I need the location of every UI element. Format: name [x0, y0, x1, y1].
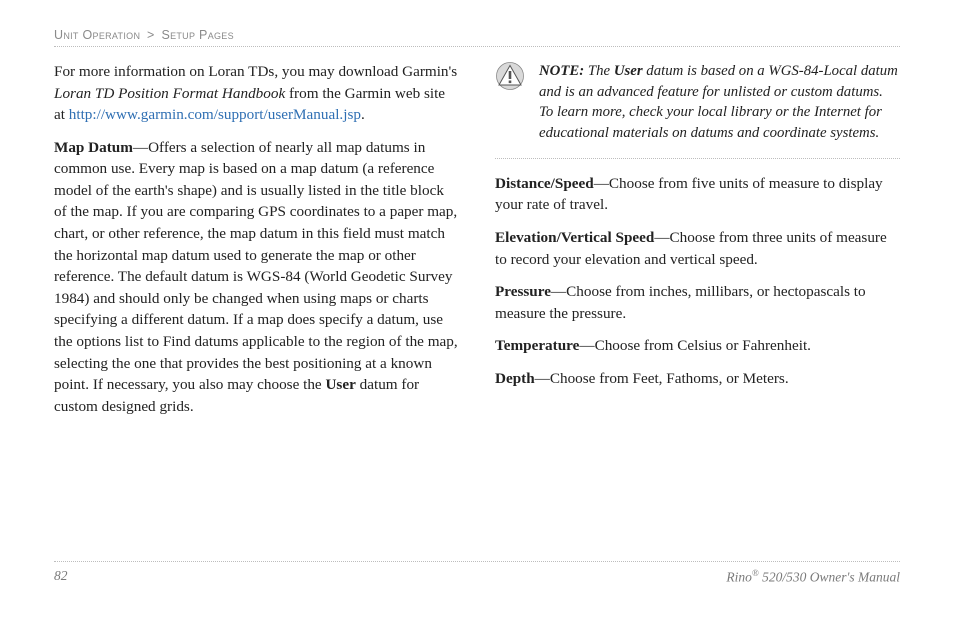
manual-page: Unit Operation > Setup Pages For more in…	[0, 0, 954, 621]
note-box: NOTE: The User datum is based on a WGS-8…	[495, 61, 900, 159]
content-columns: For more information on Loran TDs, you m…	[54, 61, 900, 428]
intro-paragraph: For more information on Loran TDs, you m…	[54, 61, 459, 126]
page-number: 82	[54, 568, 68, 586]
distance-speed-label: Distance/Speed	[495, 175, 594, 192]
pressure-body: —Choose from inches, millibars, or hecto…	[495, 283, 866, 322]
note-label: NOTE:	[539, 63, 584, 79]
temperature-item: Temperature—Choose from Celsius or Fahre…	[495, 335, 900, 357]
footer-product-rest: 520/530 Owner's Manual	[759, 569, 900, 584]
pressure-label: Pressure	[495, 283, 551, 300]
temperature-body: —Choose from Celsius or Fahrenheit.	[579, 337, 811, 354]
depth-label: Depth	[495, 370, 535, 387]
note-user-word: User	[614, 63, 643, 79]
breadcrumb-section: Unit Operation	[54, 28, 140, 42]
map-datum-label: Map Datum	[54, 139, 133, 156]
garmin-support-link[interactable]: http://www.garmin.com/support/userManual…	[69, 106, 361, 123]
elevation-speed-label: Elevation/Vertical Speed	[495, 229, 654, 246]
distance-speed-item: Distance/Speed—Choose from five units of…	[495, 173, 900, 216]
breadcrumb-subsection: Setup Pages	[161, 28, 233, 42]
breadcrumb-separator: >	[147, 28, 155, 42]
intro-text-pre: For more information on Loran TDs, you m…	[54, 63, 457, 80]
footer-product: Rino® 520/530 Owner's Manual	[726, 568, 900, 586]
intro-handbook-title: Loran TD Position Format Handbook	[54, 85, 285, 102]
breadcrumb: Unit Operation > Setup Pages	[54, 28, 900, 47]
intro-text-post: .	[361, 106, 365, 123]
footer-product-name: Rino	[726, 569, 752, 584]
map-datum-body-1: —Offers a selection of nearly all map da…	[54, 139, 458, 393]
depth-body: —Choose from Feet, Fathoms, or Meters.	[535, 370, 789, 387]
note-pre: The	[584, 63, 614, 79]
page-footer: 82 Rino® 520/530 Owner's Manual	[54, 561, 900, 586]
map-datum-paragraph: Map Datum—Offers a selection of nearly a…	[54, 137, 459, 418]
left-column: For more information on Loran TDs, you m…	[54, 61, 459, 428]
right-column: NOTE: The User datum is based on a WGS-8…	[495, 61, 900, 428]
note-text: NOTE: The User datum is based on a WGS-8…	[539, 61, 900, 144]
pressure-item: Pressure—Choose from inches, millibars, …	[495, 281, 900, 324]
temperature-label: Temperature	[495, 337, 579, 354]
depth-item: Depth—Choose from Feet, Fathoms, or Mete…	[495, 368, 900, 390]
warning-icon	[495, 61, 525, 144]
elevation-speed-item: Elevation/Vertical Speed—Choose from thr…	[495, 227, 900, 270]
registered-mark: ®	[752, 568, 759, 578]
map-datum-user-word: User	[325, 376, 355, 393]
